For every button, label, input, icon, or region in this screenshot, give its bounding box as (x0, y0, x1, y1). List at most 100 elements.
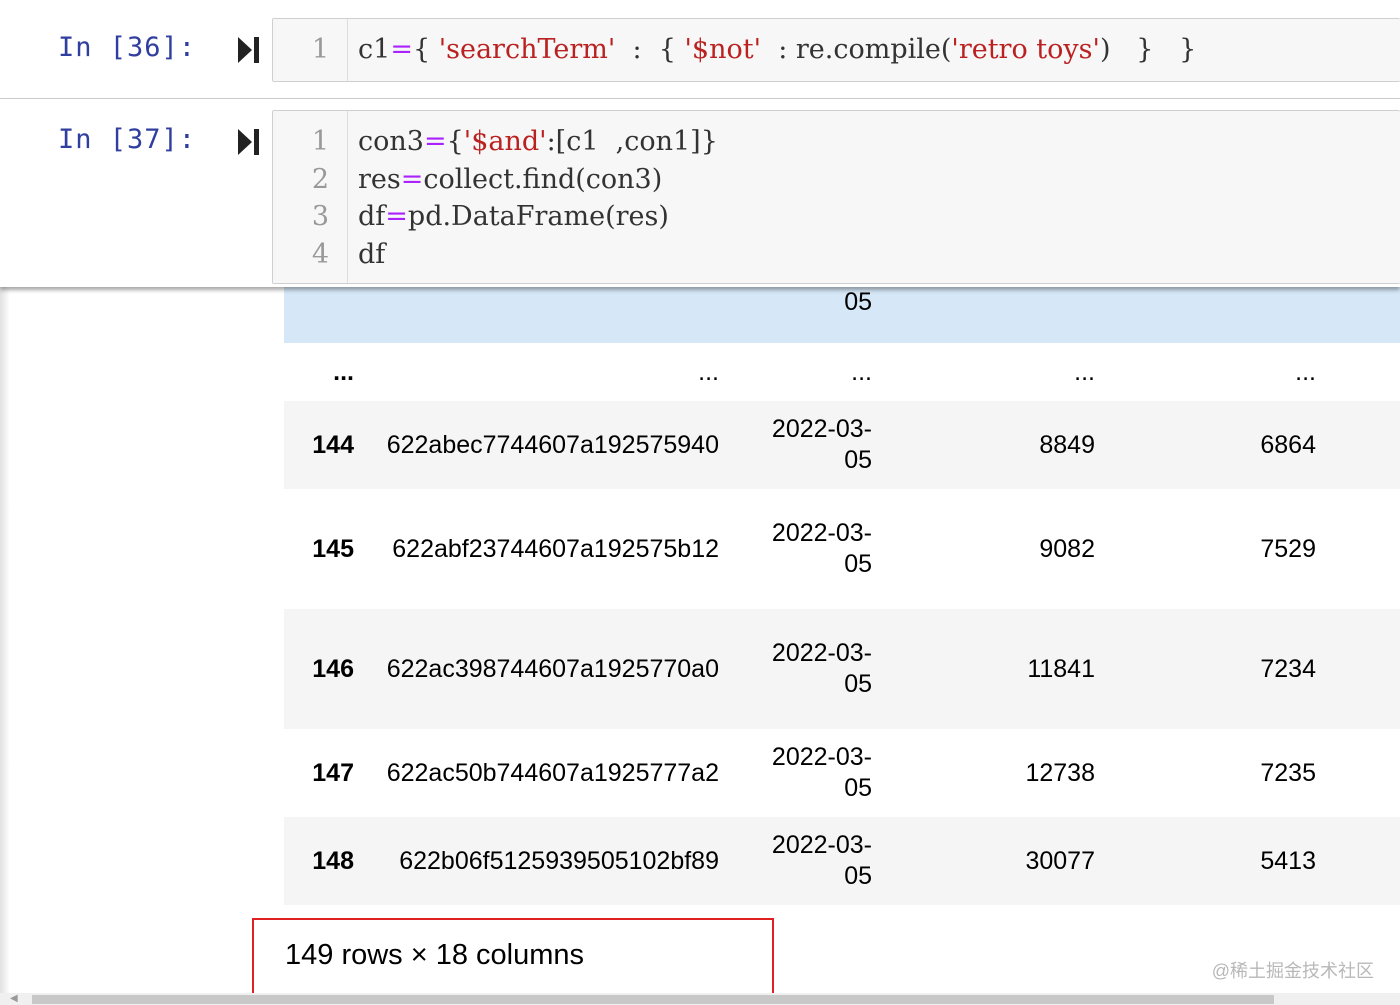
code-token: = (390, 34, 413, 65)
date-line: 05 (844, 550, 872, 578)
code-token: = (423, 126, 447, 157)
cell-date: 2022-03- 05 (719, 729, 872, 817)
date-line: 2022-03- (771, 519, 872, 547)
row-index: 145 (312, 534, 354, 563)
run-cell-icon[interactable] (238, 37, 260, 63)
code-token: '$not' (684, 34, 762, 65)
row-index: 146 (312, 654, 354, 683)
cell-spacer (1316, 729, 1400, 817)
code-token: 'searchTerm' (438, 34, 616, 65)
code-line: 1 con3={'$and':[c1 ,con1]} (273, 123, 1400, 161)
cell-value: 8849 (1039, 430, 1095, 459)
code-token: pd.DataFrame(res) (407, 201, 669, 232)
cell-date: ... (851, 357, 872, 386)
date-line: 2022-03- (771, 743, 872, 771)
cell-value: 7529 (1260, 534, 1316, 563)
code-token: { (412, 34, 439, 65)
line-number: 3 (311, 201, 329, 232)
table-body: 144 622abec7744607a192575940 2022-03- 05 884… (284, 401, 1400, 905)
code-text: c1={ 'searchTerm' : { '$not' : re.compil… (358, 31, 1196, 69)
code-line: 4 df (273, 236, 1400, 274)
code-token: con3 (358, 126, 424, 157)
cell-value: 7234 (1260, 654, 1316, 683)
code-cell-37[interactable]: In [37]: 1 con3={'$and':[c1 ,con1]} 2 res=c… (0, 99, 1400, 287)
date-line: 05 (844, 446, 872, 474)
code-line: 1 c1={ 'searchTerm' : { '$not' : re.compi… (273, 31, 1400, 69)
code-token: 'retro toys' (951, 34, 1100, 65)
code-token: = (385, 201, 408, 232)
code-line: 2 res=collect.find(con3) (273, 161, 1400, 199)
cell-id: 622ac398744607a1925770a0 (386, 654, 719, 683)
row-index (284, 287, 354, 343)
ellipsis-row: ... ... ... ... ... (284, 343, 1400, 401)
cell-id (354, 287, 719, 343)
table-row: 147 622ac50b744607a1925777a2 2022-03- 05 127… (284, 729, 1400, 817)
code-editor[interactable]: 1 c1={ 'searchTerm' : { '$not' : re.compi… (272, 18, 1400, 82)
cell-prompt: In [36]: (58, 32, 197, 63)
code-token: '$and' (463, 126, 547, 157)
date-line: 05 (844, 670, 872, 698)
dataframe-table: 05 ... ... ... ... ... 144 622abec7744607… (284, 287, 1400, 905)
date-line: 2022-03- (771, 415, 872, 443)
cell-spacer (1316, 287, 1400, 343)
code-text: df (358, 236, 385, 274)
line-number: 4 (311, 238, 329, 270)
cell-date: 05 (844, 288, 872, 316)
cell-value: 9082 (1039, 534, 1095, 563)
cell-id: ... (698, 357, 719, 386)
cell-id: 622ac50b744607a1925777a2 (386, 758, 719, 787)
code-text: con3={'$and':[c1 ,con1]} (358, 123, 718, 161)
horizontal-scrollbar[interactable]: ◀ (0, 993, 1400, 1005)
row-index: ... (333, 357, 354, 386)
cell-spacer (1316, 401, 1400, 489)
run-cell-icon[interactable] (238, 129, 260, 155)
cell-spacer (1316, 343, 1400, 401)
row-index: 148 (312, 846, 354, 875)
cell-date: 2022-03- 05 (719, 817, 872, 905)
cell-value: 30077 (1025, 846, 1095, 875)
cell-value: ... (1295, 357, 1316, 386)
date-line: 2022-03- (771, 639, 872, 667)
code-token: df (358, 201, 386, 232)
code-cell-36[interactable]: In [36]: 1 c1={ 'searchTerm' : { '$not' :… (0, 0, 1400, 99)
cell-id: 622abf23744607a192575b12 (392, 534, 719, 563)
cell-value: 11841 (1027, 654, 1095, 683)
code-token: df (358, 238, 386, 270)
table-row: 05 (284, 287, 1400, 343)
cell-id: 622abec7744607a192575940 (386, 430, 719, 459)
row-index: 144 (312, 430, 354, 459)
cell-output: 05 ... ... ... ... ... 144 622abec7744607… (0, 287, 1400, 1005)
code-token: = (400, 163, 424, 195)
code-token: { (446, 126, 464, 157)
table-row: 144 622abec7744607a192575940 2022-03- 05 884… (284, 401, 1400, 489)
line-number: 1 (311, 126, 329, 157)
date-line: 2022-03- (771, 831, 872, 859)
dataframe-shape: 149 rows × 18 columns (285, 939, 585, 971)
row-index: 147 (312, 758, 354, 787)
cell-value: ... (1074, 357, 1095, 386)
cell-date: 2022-03- 05 (719, 489, 872, 609)
cell-spacer (1316, 817, 1400, 905)
code-token: res (358, 163, 401, 195)
code-token: collect.find(con3) (423, 163, 663, 195)
code-text: res=collect.find(con3) (358, 161, 662, 199)
code-editor[interactable]: 1 con3={'$and':[c1 ,con1]} 2 res=collect.fi… (272, 110, 1400, 284)
code-token: : re.compile( (761, 34, 952, 65)
code-token: c1 (358, 34, 391, 65)
output-shadow (0, 287, 10, 1005)
code-text: df=pd.DataFrame(res) (358, 198, 669, 236)
cell-id: 622b06f5125939505102bf89 (399, 846, 719, 875)
code-token: :[c1 ,con1]} (546, 126, 718, 157)
cell-date: 2022-03- 05 (719, 609, 872, 729)
cell-value: 6864 (1260, 430, 1316, 459)
watermark: @稀土掘金技术社区 (1211, 961, 1374, 981)
cell-prompt: In [37]: (58, 124, 197, 155)
cell-value: 7235 (1260, 758, 1316, 787)
cell-date: 2022-03- 05 (719, 401, 872, 489)
cell-value (1095, 287, 1316, 343)
cell-value: 5413 (1260, 846, 1316, 875)
table-row: 145 622abf23744607a192575b12 2022-03- 05 908… (284, 489, 1400, 609)
scrollbar-thumb[interactable] (32, 995, 1274, 1004)
scroll-left-icon[interactable]: ◀ (10, 993, 18, 1004)
code-token: : { (615, 34, 685, 65)
